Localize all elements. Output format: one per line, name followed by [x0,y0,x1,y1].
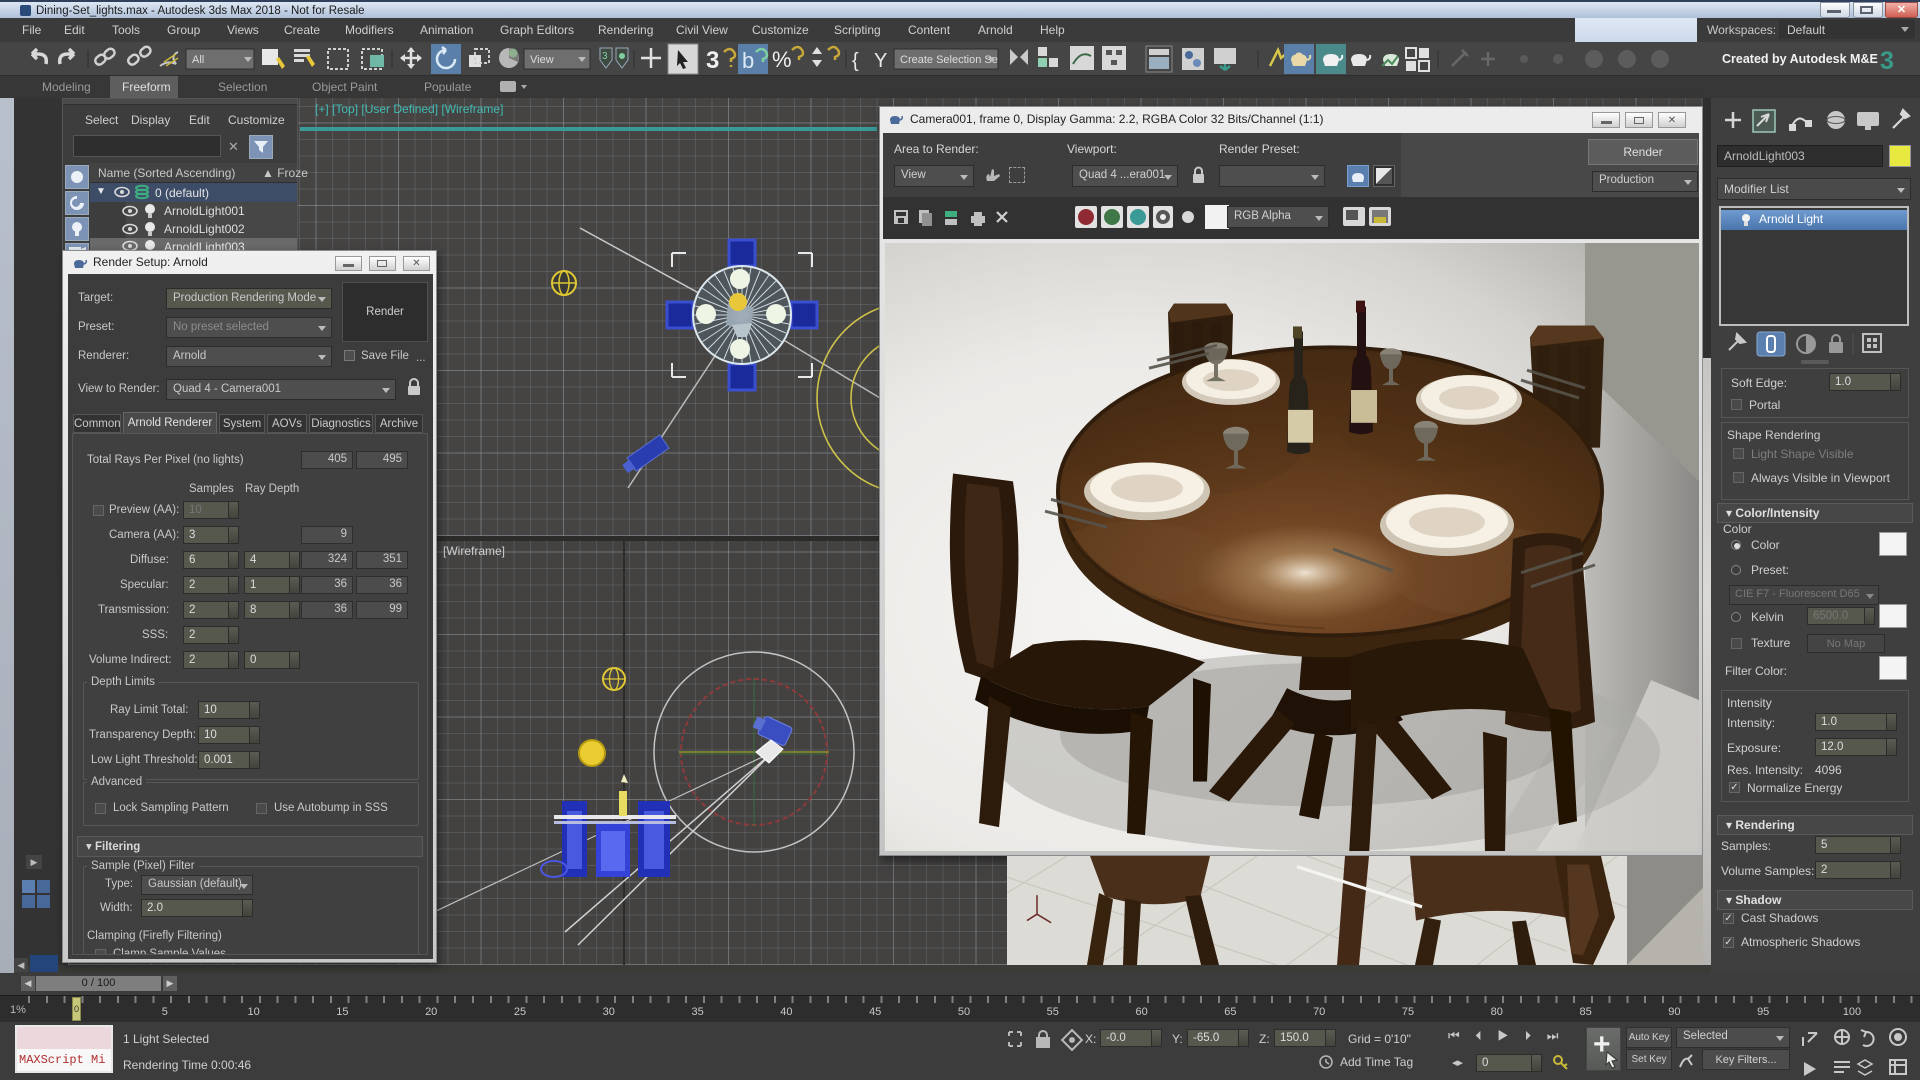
svg-text:b: b [742,48,754,73]
svg-text:Created by Autodesk M&E: Created by Autodesk M&E [1722,52,1878,66]
svg-text:3: 3 [1880,47,1894,75]
svg-text:3: 3 [706,47,719,74]
svg-text:Create Selection Se: Create Selection Se [900,54,998,66]
svg-text:All: All [192,54,204,66]
svg-text:Y: Y [874,50,887,72]
svg-text:View: View [530,54,554,66]
svg-text:%: % [772,47,792,72]
svg-text:{: { [852,50,859,72]
svg-text:3: 3 [602,51,608,62]
